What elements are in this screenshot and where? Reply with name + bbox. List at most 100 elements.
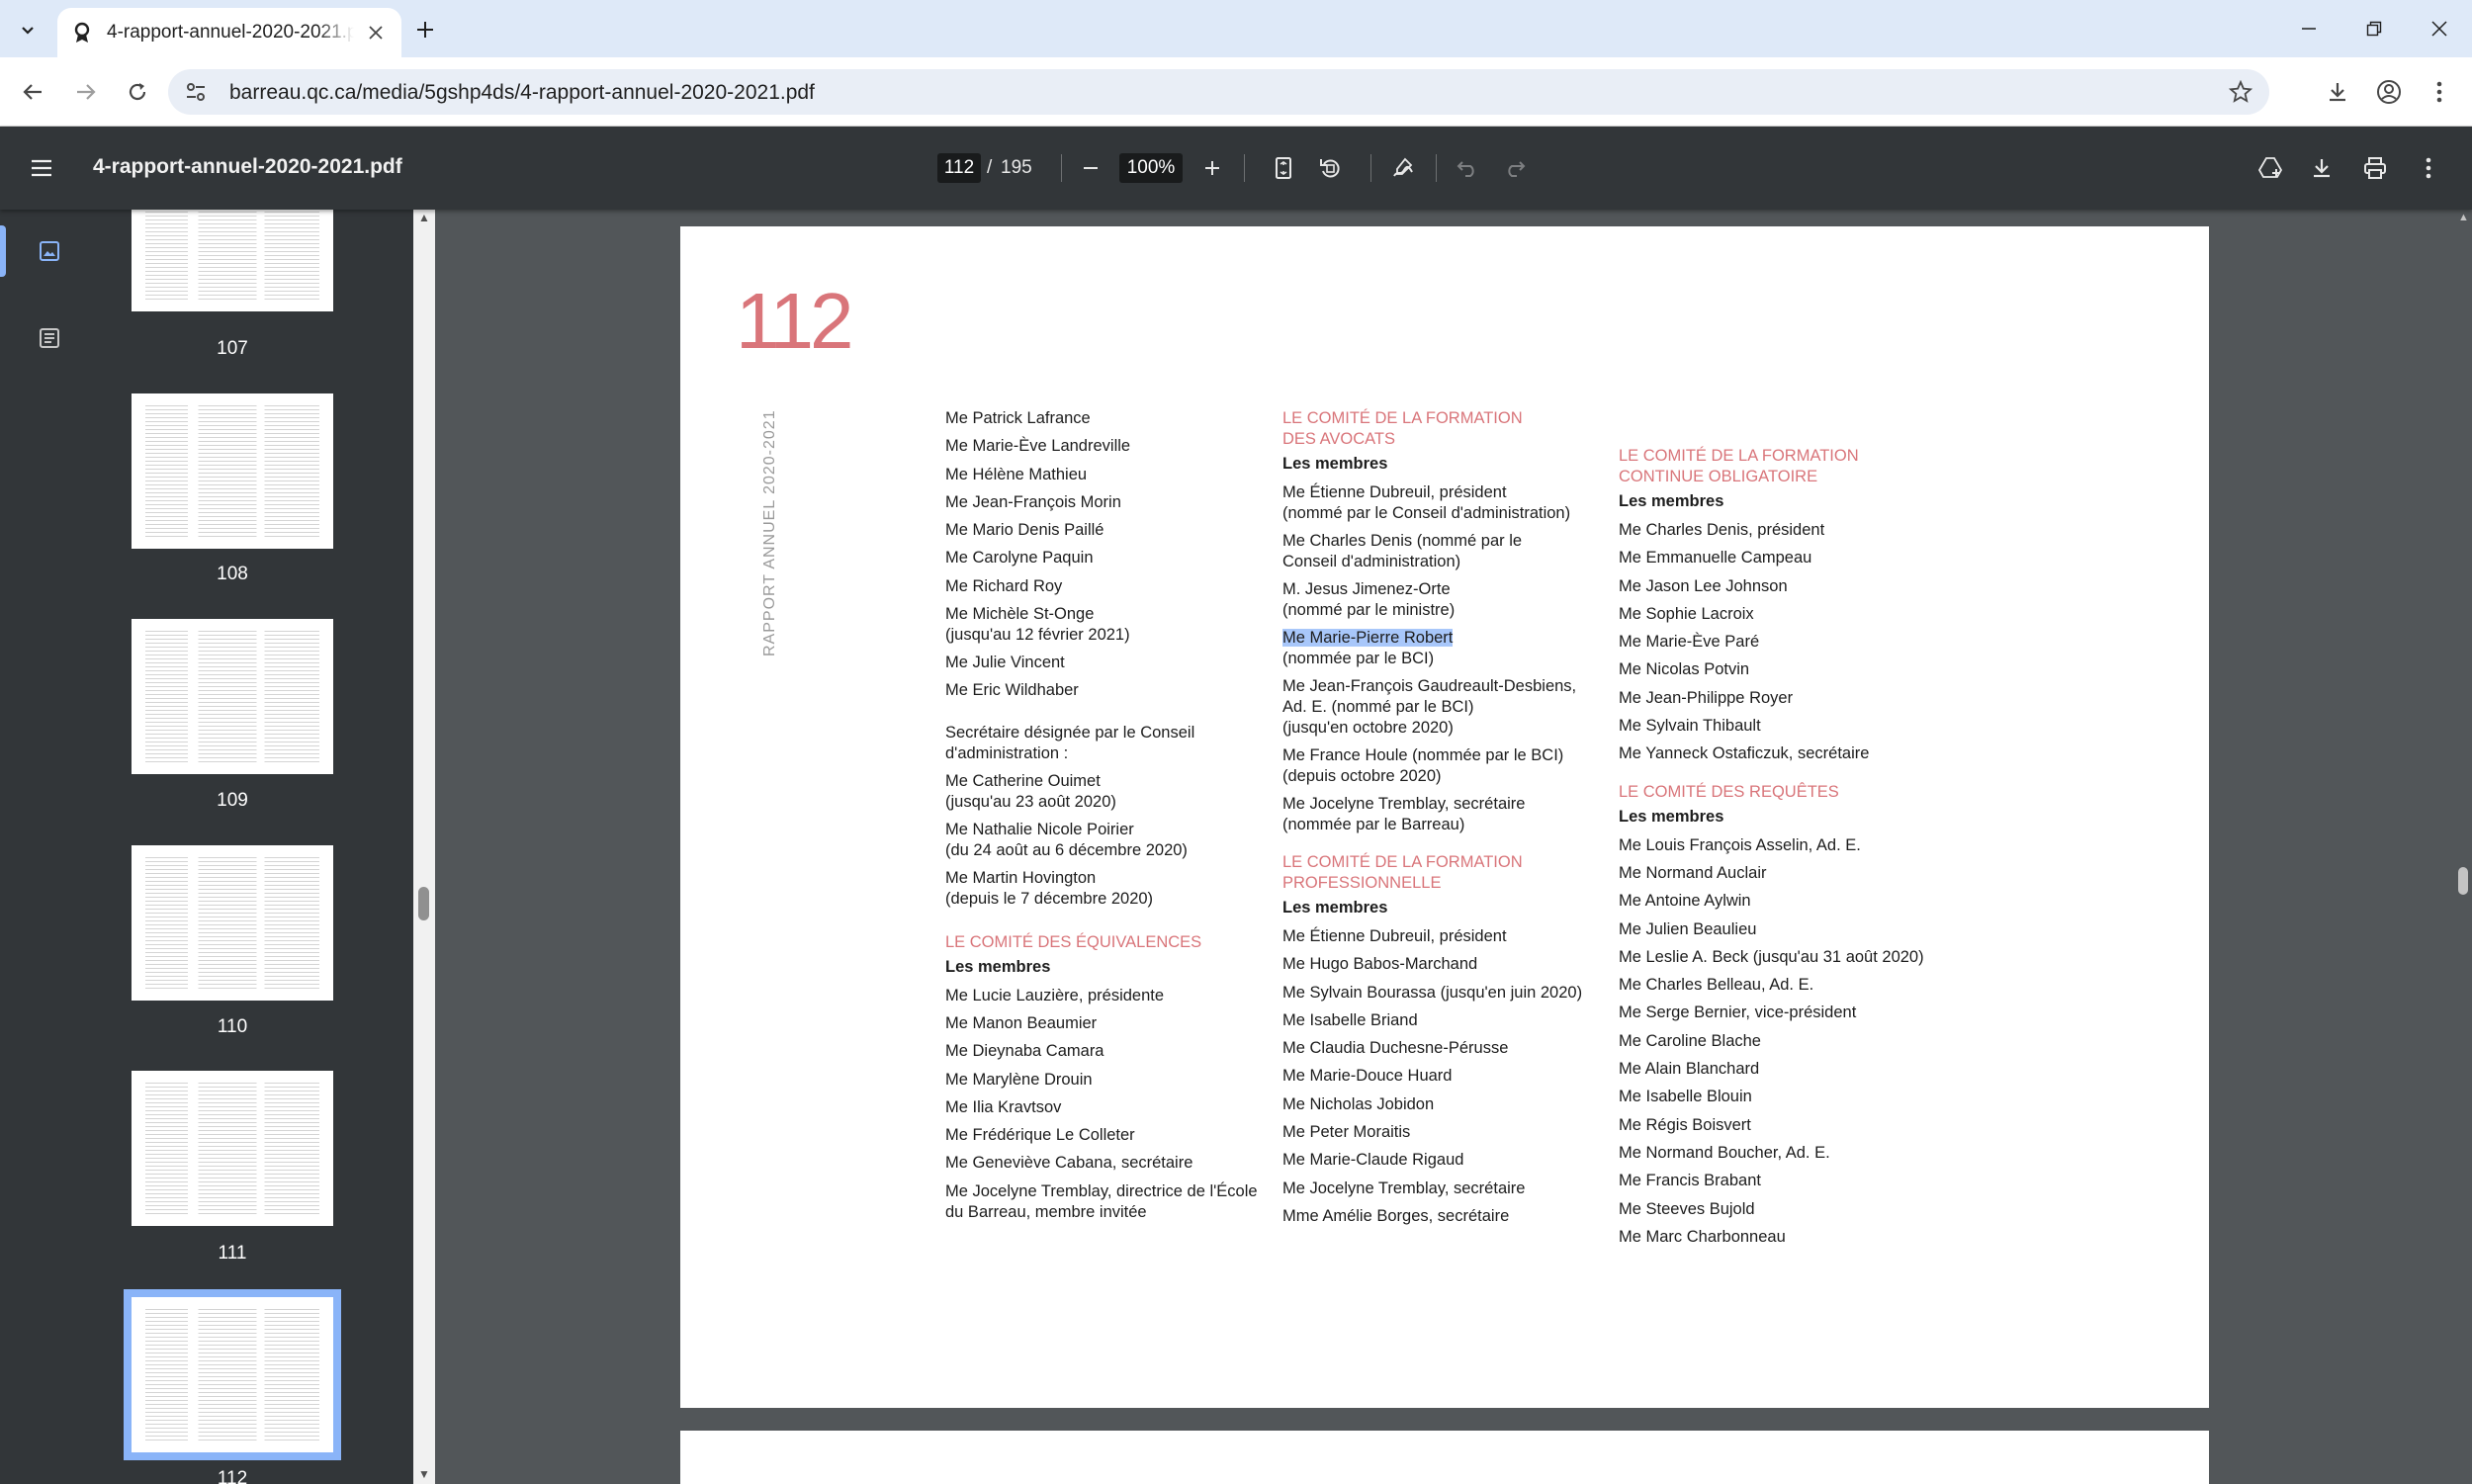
toolbar-divider: [1244, 154, 1245, 182]
bookmark-star-icon[interactable]: [2228, 79, 2253, 105]
browser-tab[interactable]: 4-rapport-annuel-2020-2021.pdf: [57, 8, 401, 57]
document-outline-icon[interactable]: [32, 320, 67, 356]
committee-heading: LE COMITÉ DE LA FORMATION: [1282, 853, 1523, 871]
zoom-level-input[interactable]: 100%: [1119, 153, 1183, 183]
member-line: Me Ilia Kravtsov: [945, 1097, 1062, 1116]
page-thumbnail[interactable]: [132, 845, 333, 1001]
member-line: Me Dieynaba Camara: [945, 1042, 1104, 1061]
members-subheading: Les membres: [1619, 492, 1724, 510]
member-line: Me Michèle St-Onge: [945, 605, 1095, 624]
committee-heading: LE COMITÉ DE LA FORMATION: [1282, 409, 1523, 427]
member-line: Me Marie-Ève Paré: [1619, 633, 1760, 652]
thumbnails-view-icon[interactable]: [32, 233, 67, 269]
member-line: Me Geneviève Cabana, secrétaire: [945, 1154, 1193, 1173]
zoom-out-minus-icon[interactable]: [1075, 152, 1106, 184]
forward-arrow-icon[interactable]: [67, 73, 105, 111]
total-pages: 195: [1001, 157, 1032, 178]
members-subheading: Les membres: [1282, 455, 1388, 473]
member-line: Me Jason Lee Johnson: [1619, 576, 1788, 595]
pdf-sidebar-rail: [0, 210, 99, 1484]
member-line: Me Claudia Duchesne-Pérusse: [1282, 1039, 1509, 1058]
member-note: (nommée par le BCI): [1282, 650, 1435, 667]
restore-window-icon[interactable]: [2341, 0, 2407, 57]
zoom-in-plus-icon[interactable]: [1196, 152, 1228, 184]
page-thumbnail-selected[interactable]: [124, 1289, 341, 1460]
member-line: Me Marc Charbonneau: [1619, 1227, 1786, 1246]
member-line: Me Emmanuelle Campeau: [1619, 549, 1812, 567]
page-thumbnail[interactable]: [132, 1071, 333, 1226]
pdf-page: 112 RAPPORT ANNUEL 2020-2021 Me Patrick …: [680, 226, 2209, 1408]
save-to-drive-icon[interactable]: [2254, 152, 2286, 184]
member-line: Me Sylvain Thibault: [1619, 717, 1761, 736]
viewer-scrollbar[interactable]: [2454, 210, 2472, 1484]
member-line: Me Isabelle Blouin: [1619, 1088, 1752, 1106]
member-line: Me Martin Hovington: [945, 868, 1097, 887]
members-subheading: Les membres: [1619, 807, 1724, 826]
member-line: Me Hélène Mathieu: [945, 465, 1088, 483]
page-separator: /: [987, 157, 993, 178]
rotate-counterclockwise-icon[interactable]: [1314, 152, 1346, 184]
site-info-tune-icon[interactable]: [184, 80, 208, 104]
new-tab-plus-icon[interactable]: [409, 14, 441, 45]
member-line: Mme Amélie Borges, secrétaire: [1282, 1206, 1510, 1225]
member-note: (depuis le 7 décembre 2020): [945, 889, 1154, 908]
browser-menu-kebab-icon[interactable]: [2421, 73, 2458, 111]
pdf-toolbar: 4-rapport-annuel-2020-2021.pdf 112 / 195…: [0, 127, 2472, 210]
member-note: (nommé par le Conseil d'administration): [1282, 504, 1571, 522]
member-line: Me Marie-Douce Huard: [1282, 1067, 1453, 1086]
member-line: Me Marie-Ève Landreville: [945, 437, 1131, 456]
member-line: Me Lucie Lauzière, présidente: [945, 986, 1165, 1004]
members-subheading: Les membres: [945, 957, 1051, 976]
member-note: Conseil d'administration): [1282, 553, 1461, 570]
member-line: Me Hugo Babos-Marchand: [1282, 955, 1478, 974]
scroll-up-arrow-icon[interactable]: ▲: [418, 212, 430, 223]
minimize-window-icon[interactable]: [2276, 0, 2341, 57]
page-thumbnail[interactable]: [132, 619, 333, 774]
committee-heading: CONTINUE OBLIGATOIRE: [1619, 468, 1818, 485]
page-thumbnail[interactable]: [132, 210, 333, 311]
member-line: Me Nicholas Jobidon: [1282, 1094, 1435, 1113]
viewer-scroll-up-icon[interactable]: ▲: [2458, 212, 2469, 223]
thumbnail-panel: 107 108 109 110 111 112: [99, 210, 413, 1484]
downloads-icon[interactable]: [2319, 73, 2356, 111]
pdf-more-options-icon[interactable]: [2413, 152, 2444, 184]
member-line: Me Étienne Dubreuil, président: [1282, 483, 1507, 501]
print-icon[interactable]: [2359, 152, 2391, 184]
thumbnail-scrollbar[interactable]: [413, 210, 435, 1484]
viewer-scrollbar-thumb[interactable]: [2458, 867, 2468, 895]
member-line: Me France Houle (nommée par le BCI): [1282, 746, 1564, 764]
thumbnail-scrollbar-thumb[interactable]: [418, 887, 429, 920]
member-line: Me Francis Brabant: [1619, 1172, 1761, 1190]
member-line: Me Carolyne Paquin: [945, 549, 1094, 567]
member-line: Me Jean-François Morin: [945, 492, 1121, 511]
committee-heading: PROFESSIONNELLE: [1282, 874, 1442, 892]
highlighted-selection[interactable]: Me Marie-Pierre Robert: [1282, 629, 1454, 647]
close-window-icon[interactable]: [2407, 0, 2472, 57]
page-thumbnail[interactable]: [132, 393, 333, 549]
reload-icon[interactable]: [119, 73, 156, 111]
undo-icon[interactable]: [1452, 152, 1483, 184]
close-tab-icon[interactable]: [364, 21, 388, 44]
redo-icon[interactable]: [1499, 152, 1531, 184]
member-line: Me Jean-Philippe Royer: [1619, 688, 1794, 707]
column-1: Me Patrick Lafrance Me Marie-Ève Landrev…: [945, 404, 1262, 1226]
sidebar-menu-hamburger-icon[interactable]: [28, 154, 55, 182]
annotate-draw-icon[interactable]: [1387, 152, 1419, 184]
back-arrow-icon[interactable]: [14, 73, 51, 111]
secretary-label: d'administration :: [945, 743, 1069, 762]
address-bar[interactable]: barreau.qc.ca/media/5gshp4ds/4-rapport-a…: [168, 69, 2269, 115]
fit-to-page-icon[interactable]: [1268, 152, 1299, 184]
member-note: (jusqu'au 12 février 2021): [945, 626, 1130, 645]
tab-search-chevron-icon[interactable]: [10, 12, 45, 47]
committee-heading: LE COMITÉ DE LA FORMATION: [1619, 447, 1859, 465]
member-note: (jusqu'en octobre 2020): [1282, 719, 1454, 737]
member-line: Me Étienne Dubreuil, président: [1282, 927, 1507, 945]
member-line: Me Isabelle Briand: [1282, 1010, 1418, 1029]
member-line: Me Jocelyne Tremblay, directrice de l'Éc…: [945, 1181, 1258, 1200]
toolbar-divider: [1370, 154, 1371, 182]
thumbnail-page-label: 108: [217, 564, 248, 584]
page-number-input[interactable]: 112: [937, 153, 981, 183]
pdf-download-icon[interactable]: [2306, 152, 2338, 184]
scroll-down-arrow-icon[interactable]: ▼: [418, 1468, 430, 1480]
profile-avatar-icon[interactable]: [2370, 73, 2408, 111]
